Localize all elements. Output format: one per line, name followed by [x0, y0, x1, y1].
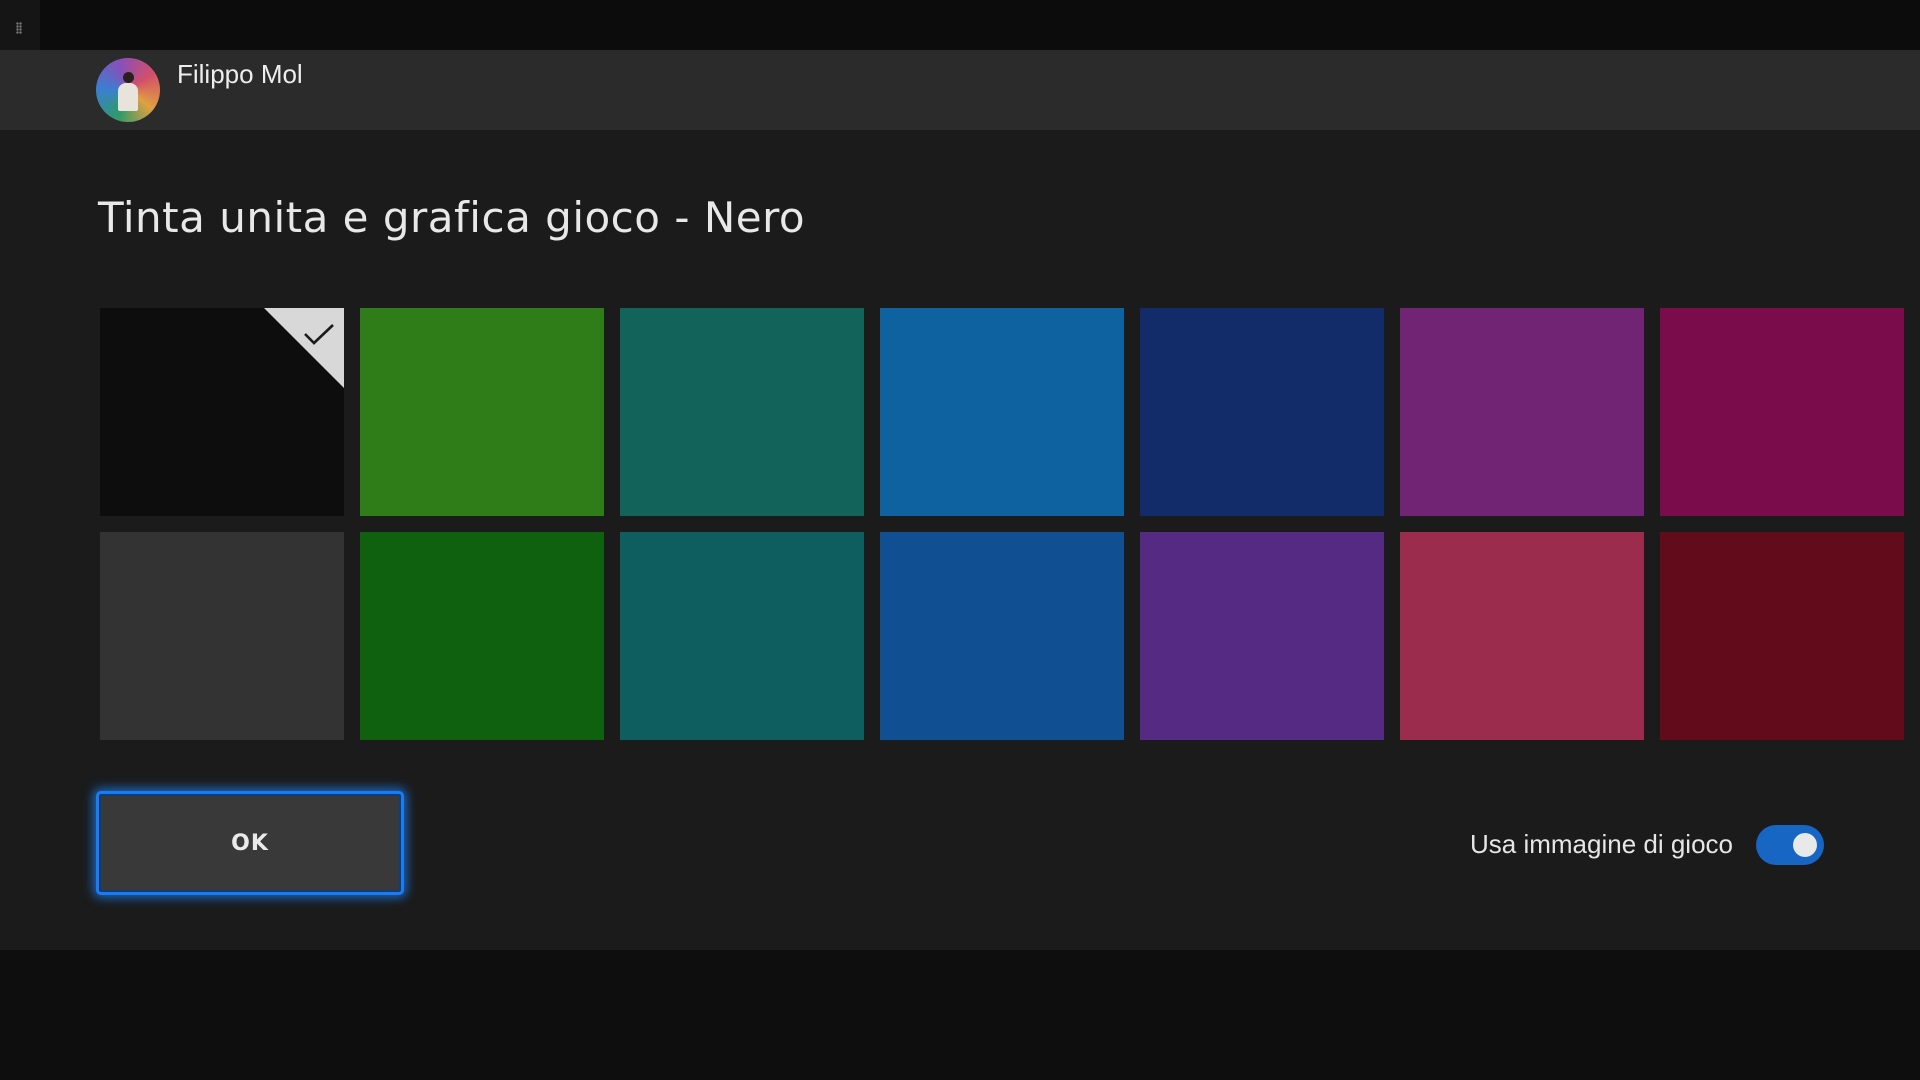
ok-button[interactable]: OK — [96, 791, 404, 895]
color-swatch[interactable] — [1400, 532, 1644, 740]
use-game-image-toggle[interactable] — [1756, 825, 1824, 865]
checkmark-icon — [304, 324, 334, 345]
color-swatch-selected[interactable] — [100, 308, 344, 516]
color-swatch[interactable] — [880, 532, 1124, 740]
page-title: Tinta unita e grafica gioco - Nero — [98, 193, 806, 242]
use-game-image-label: Usa immagine di gioco — [1469, 829, 1733, 859]
toggle-knob — [1793, 833, 1817, 857]
color-swatch[interactable] — [360, 532, 604, 740]
grip-icon — [16, 22, 22, 34]
color-swatch[interactable] — [1660, 308, 1904, 516]
color-picker-panel: Filippo Mol Tinta unita e grafica gioco … — [0, 50, 1920, 950]
avatar-figure-body — [118, 83, 138, 111]
color-swatch[interactable] — [880, 308, 1124, 516]
avatar-figure-head — [123, 72, 134, 83]
avatar[interactable] — [96, 58, 160, 122]
top-strip — [0, 0, 1920, 50]
color-swatch[interactable] — [1660, 532, 1904, 740]
color-swatch[interactable] — [620, 532, 864, 740]
color-swatch[interactable] — [620, 308, 864, 516]
screen: Filippo Mol Tinta unita e grafica gioco … — [0, 0, 1920, 1080]
profile-header: Filippo Mol — [0, 50, 1920, 130]
color-swatch[interactable] — [360, 308, 604, 516]
color-swatch-grid — [100, 308, 1904, 740]
color-swatch[interactable] — [1140, 532, 1384, 740]
ok-button-label: OK — [231, 830, 269, 856]
color-swatch[interactable] — [1140, 308, 1384, 516]
color-swatch[interactable] — [1400, 308, 1644, 516]
color-swatch[interactable] — [100, 532, 344, 740]
selected-badge — [264, 308, 344, 388]
username: Filippo Mol — [177, 59, 303, 89]
